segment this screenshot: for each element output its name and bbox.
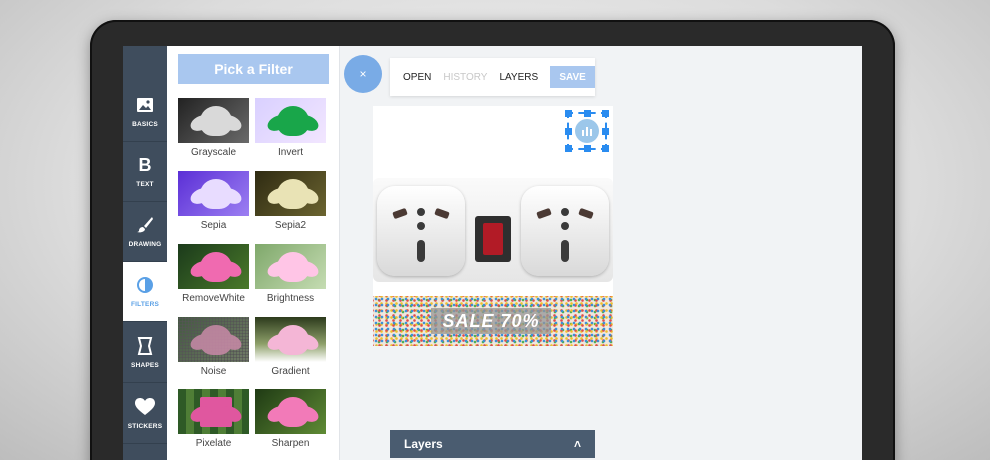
filter-preview bbox=[178, 98, 249, 143]
socket-left bbox=[377, 186, 465, 276]
tool-filters[interactable]: FILTERS bbox=[123, 262, 167, 322]
layers-title: Layers bbox=[404, 437, 443, 451]
sale-text[interactable]: SALE 70% bbox=[431, 308, 551, 334]
tool-sidebar: BASICS B TEXT DRAWING FILTERS SHAPES STI… bbox=[123, 46, 167, 460]
filter-label: Gradient bbox=[271, 366, 310, 377]
editor-screen: BASICS B TEXT DRAWING FILTERS SHAPES STI… bbox=[123, 46, 862, 460]
tool-text[interactable]: B TEXT bbox=[123, 142, 167, 202]
design-canvas[interactable]: SALE 70% bbox=[373, 106, 613, 346]
tool-stickers[interactable]: STICKERS bbox=[123, 384, 167, 444]
filter-label: Sharpen bbox=[271, 438, 310, 449]
filter-preview bbox=[178, 244, 249, 289]
filter-label: Grayscale bbox=[190, 147, 236, 158]
filter-label: Pixelate bbox=[195, 438, 232, 449]
bold-icon: B bbox=[138, 155, 152, 175]
layers-panel-header[interactable]: Layers ˄ bbox=[390, 430, 595, 458]
selected-logo[interactable] bbox=[565, 110, 609, 152]
filter-label: Brightness bbox=[266, 293, 315, 304]
filter-preview bbox=[255, 389, 326, 434]
pick-filter-title: Pick a Filter bbox=[178, 54, 329, 84]
open-button[interactable]: OPEN bbox=[403, 72, 431, 83]
tool-label: STICKERS bbox=[127, 423, 163, 430]
filter-invert[interactable]: Invert bbox=[255, 98, 326, 169]
filter-label: Noise bbox=[200, 366, 227, 377]
history-button[interactable]: HISTORY bbox=[443, 72, 487, 83]
tool-drawing[interactable]: DRAWING bbox=[123, 202, 167, 262]
filter-panel: Pick a Filter Grayscale Invert Sepia Sep… bbox=[167, 46, 340, 460]
tool-label: BASICS bbox=[132, 121, 158, 128]
close-panel-button[interactable]: × bbox=[344, 55, 382, 93]
canvas-area: × OPEN HISTORY LAYERS SAVE SALE 70% Laye… bbox=[341, 46, 862, 460]
filter-label: Sepia bbox=[200, 220, 227, 231]
filter-preview bbox=[255, 244, 326, 289]
filter-label: RemoveWhite bbox=[182, 293, 245, 304]
brush-icon bbox=[136, 215, 154, 235]
tool-basics[interactable]: BASICS bbox=[123, 82, 167, 142]
tool-label: FILTERS bbox=[131, 301, 159, 308]
filter-preview bbox=[255, 98, 326, 143]
filter-sepia2[interactable]: Sepia2 bbox=[255, 171, 326, 242]
filter-gradient[interactable]: Gradient bbox=[255, 317, 326, 388]
tool-label: SHAPES bbox=[131, 362, 159, 369]
filter-pixelate[interactable]: Pixelate bbox=[178, 389, 249, 460]
tool-shapes[interactable]: SHAPES bbox=[123, 323, 167, 383]
logo-icon bbox=[575, 119, 599, 143]
save-button[interactable]: SAVE bbox=[550, 66, 595, 88]
filter-noise[interactable]: Noise bbox=[178, 317, 249, 388]
filter-preview bbox=[255, 317, 326, 362]
filter-grayscale[interactable]: Grayscale bbox=[178, 98, 249, 169]
tool-label: TEXT bbox=[136, 181, 154, 188]
top-toolbar: OPEN HISTORY LAYERS SAVE bbox=[390, 58, 595, 96]
power-switch bbox=[475, 216, 511, 262]
heart-icon bbox=[135, 397, 155, 417]
filter-preview bbox=[178, 389, 249, 434]
filter-label: Invert bbox=[277, 147, 303, 158]
shape-icon bbox=[137, 336, 153, 356]
filter-removewhite[interactable]: RemoveWhite bbox=[178, 244, 249, 315]
image-icon bbox=[136, 95, 154, 115]
filter-preview bbox=[178, 317, 249, 362]
tool-label: DRAWING bbox=[128, 241, 162, 248]
socket-right bbox=[521, 186, 609, 276]
filter-icon bbox=[136, 275, 154, 295]
filter-preview bbox=[178, 171, 249, 216]
filter-brightness[interactable]: Brightness bbox=[255, 244, 326, 315]
layers-button[interactable]: LAYERS bbox=[499, 72, 538, 83]
filter-label: Sepia2 bbox=[274, 220, 307, 231]
filter-sepia[interactable]: Sepia bbox=[178, 171, 249, 242]
chevron-up-icon[interactable]: ˄ bbox=[574, 437, 581, 451]
filter-sharpen[interactable]: Sharpen bbox=[255, 389, 326, 460]
filter-preview bbox=[255, 171, 326, 216]
